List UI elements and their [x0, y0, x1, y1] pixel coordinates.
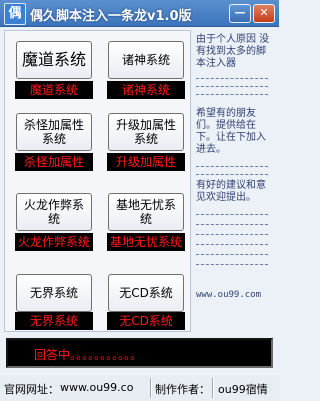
zhushen-system-button[interactable]: 诸神系统 — [108, 41, 184, 79]
author-label: 制作作者： — [155, 383, 210, 396]
kill-monster-attr-button[interactable]: 杀怪加属性系统 — [16, 113, 92, 151]
modao-system-label: 魔道系统 — [15, 81, 93, 99]
base-worryfree-label: 基地无忧系统 — [107, 233, 185, 251]
window-title: 偶久脚本注入一条龙v1.0版 — [30, 9, 192, 24]
kill-monster-attr-label: 杀怪加属性 — [15, 153, 93, 171]
info-paragraph-2: 希望有的朋友 们。提供给在下。让在下加入进去。 — [196, 108, 266, 155]
levelup-attr-button[interactable]: 升级加属性系统 — [108, 113, 184, 151]
status-panel: 回答中。。。。。。。。。。。 — [6, 338, 273, 368]
footer-separator — [150, 378, 152, 398]
firedragon-cheat-label: 火龙作弊系统 — [15, 233, 93, 251]
divider — [196, 264, 268, 265]
divider — [196, 166, 268, 167]
close-button[interactable]: ✕ — [253, 4, 275, 23]
website-label: 官网网址： — [4, 383, 59, 396]
website-value[interactable]: www.ou99.co — [60, 381, 133, 394]
wujie-system-label: 无界系统 — [15, 312, 93, 330]
divider — [196, 78, 268, 79]
divider — [196, 224, 268, 225]
divider — [196, 254, 268, 255]
divider — [196, 174, 268, 175]
minimize-button[interactable]: — — [229, 4, 251, 23]
title-bar[interactable]: 偶 偶久脚本注入一条龙v1.0版 — ✕ — [0, 0, 279, 27]
info-panel: 由于个人原因 没有找到太多的脚本注入器 希望有的朋友 们。提供给在下。让在下加入… — [194, 30, 273, 330]
modao-system-button[interactable]: 魔道系统 — [16, 41, 92, 79]
wujie-system-button[interactable]: 无界系统 — [16, 274, 92, 312]
info-site: www.ou99.com — [196, 290, 262, 300]
nocd-system-button[interactable]: 无CD系统 — [108, 274, 184, 312]
zhushen-system-label: 诸神系统 — [107, 81, 185, 99]
divider — [196, 244, 268, 245]
status-text: 回答中。。。。。。。。。。。 — [34, 348, 143, 362]
systems-panel: 魔道系统 魔道系统 诸神系统 诸神系统 杀怪加属性系统 杀怪加属性 升级加属性系… — [4, 30, 191, 332]
footer-separator — [212, 378, 214, 398]
levelup-attr-label: 升级加属性 — [107, 153, 185, 171]
divider — [196, 214, 268, 215]
base-worryfree-button[interactable]: 基地无忧系统 — [108, 193, 184, 231]
info-paragraph-1: 由于个人原因 没有找到太多的脚本注入器 — [196, 34, 270, 69]
app-icon: 偶 — [4, 3, 26, 25]
info-paragraph-3: 有好的建议和意见欢迎提出。 — [196, 180, 266, 203]
firedragon-cheat-button[interactable]: 火龙作弊系统 — [16, 193, 92, 231]
divider — [196, 86, 268, 87]
divider — [196, 94, 268, 95]
footer-bar: 官网网址： www.ou99.co 制作作者： ou99宿情 — [0, 375, 279, 401]
nocd-system-label: 无CD系统 — [107, 312, 185, 330]
divider — [196, 234, 268, 235]
author-value: ou99宿情 — [218, 383, 268, 396]
